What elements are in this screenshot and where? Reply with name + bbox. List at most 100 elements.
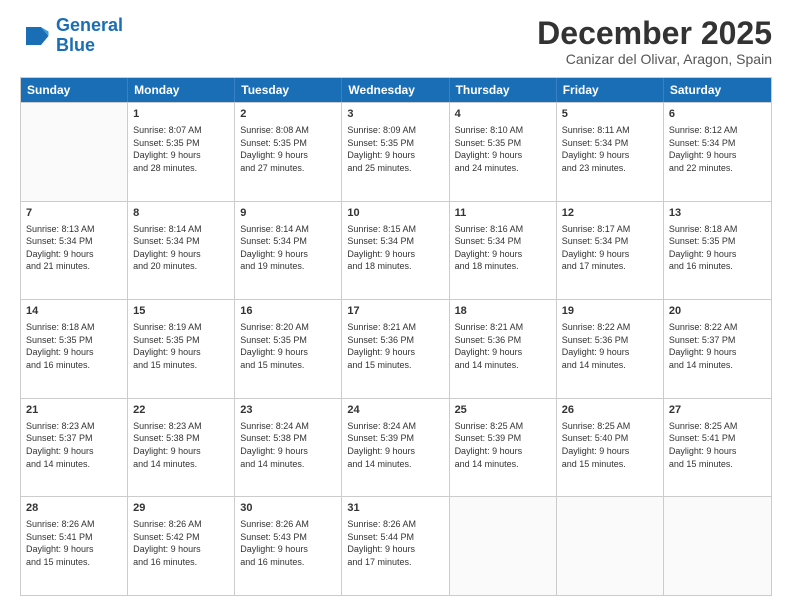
day-number: 30 [240,501,336,516]
day-info: Sunrise: 8:16 AM Sunset: 5:34 PM Dayligh… [455,223,551,273]
cal-cell: 24 Sunrise: 8:24 AM Sunset: 5:39 PM Dayli… [342,399,449,497]
cal-cell [664,497,771,595]
day-number: 9 [240,206,336,221]
day-number: 28 [26,501,122,516]
cal-cell: 3 Sunrise: 8:09 AM Sunset: 5:35 PM Daylig… [342,103,449,201]
day-number: 5 [562,107,658,122]
day-info: Sunrise: 8:22 AM Sunset: 5:36 PM Dayligh… [562,321,658,371]
cal-cell: 13Sunrise: 8:18 AM Sunset: 5:35 PM Dayli… [664,202,771,300]
cal-cell: 25 Sunrise: 8:25 AM Sunset: 5:39 PM Dayli… [450,399,557,497]
day-number: 24 [347,403,443,418]
day-info: Sunrise: 8:18 AM Sunset: 5:35 PM Dayligh… [26,321,122,371]
day-info: Sunrise: 8:25 AM Sunset: 5:39 PM Dayligh… [455,420,551,470]
cal-cell: 28 Sunrise: 8:26 AM Sunset: 5:41 PM Dayli… [21,497,128,595]
day-number: 11 [455,206,551,221]
cal-cell: 29Sunrise: 8:26 AM Sunset: 5:42 PM Dayli… [128,497,235,595]
cal-cell: 26Sunrise: 8:25 AM Sunset: 5:40 PM Dayli… [557,399,664,497]
day-number: 3 [347,107,443,122]
day-info: Sunrise: 8:13 AM Sunset: 5:34 PM Dayligh… [26,223,122,273]
cal-cell: 11 Sunrise: 8:16 AM Sunset: 5:34 PM Dayli… [450,202,557,300]
header: General Blue December 2025 Canizar del O… [20,16,772,67]
day-number: 25 [455,403,551,418]
day-info: Sunrise: 8:23 AM Sunset: 5:38 PM Dayligh… [133,420,229,470]
cal-cell: 21 Sunrise: 8:23 AM Sunset: 5:37 PM Dayli… [21,399,128,497]
day-number: 19 [562,304,658,319]
day-info: Sunrise: 8:24 AM Sunset: 5:38 PM Dayligh… [240,420,336,470]
day-info: Sunrise: 8:26 AM Sunset: 5:41 PM Dayligh… [26,518,122,568]
day-info: Sunrise: 8:26 AM Sunset: 5:44 PM Dayligh… [347,518,443,568]
day-info: Sunrise: 8:12 AM Sunset: 5:34 PM Dayligh… [669,124,766,174]
day-number: 27 [669,403,766,418]
day-number: 12 [562,206,658,221]
day-info: Sunrise: 8:21 AM Sunset: 5:36 PM Dayligh… [347,321,443,371]
cal-cell: 12 Sunrise: 8:17 AM Sunset: 5:34 PM Dayli… [557,202,664,300]
cal-cell [21,103,128,201]
day-number: 7 [26,206,122,221]
location: Canizar del Olivar, Aragon, Spain [537,51,772,67]
header-day-sunday: Sunday [21,78,128,102]
day-number: 22 [133,403,229,418]
day-number: 1 [133,107,229,122]
cal-cell: 30 Sunrise: 8:26 AM Sunset: 5:43 PM Dayli… [235,497,342,595]
cal-cell [557,497,664,595]
logo: General Blue [20,16,123,56]
cal-cell: 7 Sunrise: 8:13 AM Sunset: 5:34 PM Daylig… [21,202,128,300]
day-info: Sunrise: 8:26 AM Sunset: 5:43 PM Dayligh… [240,518,336,568]
header-day-friday: Friday [557,78,664,102]
cal-cell: 4Sunrise: 8:10 AM Sunset: 5:35 PM Daylig… [450,103,557,201]
header-day-tuesday: Tuesday [235,78,342,102]
cal-cell: 6 Sunrise: 8:12 AM Sunset: 5:34 PM Daylig… [664,103,771,201]
day-number: 14 [26,304,122,319]
day-info: Sunrise: 8:15 AM Sunset: 5:34 PM Dayligh… [347,223,443,273]
header-day-wednesday: Wednesday [342,78,449,102]
week-row-3: 14 Sunrise: 8:18 AM Sunset: 5:35 PM Dayli… [21,299,771,398]
cal-cell: 17Sunrise: 8:21 AM Sunset: 5:36 PM Dayli… [342,300,449,398]
cal-cell: 14 Sunrise: 8:18 AM Sunset: 5:35 PM Dayli… [21,300,128,398]
cal-cell: 16 Sunrise: 8:20 AM Sunset: 5:35 PM Dayli… [235,300,342,398]
header-day-thursday: Thursday [450,78,557,102]
cal-cell: 19 Sunrise: 8:22 AM Sunset: 5:36 PM Dayli… [557,300,664,398]
week-row-1: 1Sunrise: 8:07 AM Sunset: 5:35 PM Daylig… [21,102,771,201]
cal-cell: 23 Sunrise: 8:24 AM Sunset: 5:38 PM Dayli… [235,399,342,497]
day-info: Sunrise: 8:25 AM Sunset: 5:41 PM Dayligh… [669,420,766,470]
day-info: Sunrise: 8:10 AM Sunset: 5:35 PM Dayligh… [455,124,551,174]
week-row-2: 7 Sunrise: 8:13 AM Sunset: 5:34 PM Daylig… [21,201,771,300]
week-row-4: 21 Sunrise: 8:23 AM Sunset: 5:37 PM Dayli… [21,398,771,497]
day-number: 16 [240,304,336,319]
day-info: Sunrise: 8:21 AM Sunset: 5:36 PM Dayligh… [455,321,551,371]
header-day-monday: Monday [128,78,235,102]
cal-cell [450,497,557,595]
day-number: 29 [133,501,229,516]
day-info: Sunrise: 8:18 AM Sunset: 5:35 PM Dayligh… [669,223,766,273]
calendar-body: 1Sunrise: 8:07 AM Sunset: 5:35 PM Daylig… [21,102,771,595]
day-number: 15 [133,304,229,319]
day-number: 23 [240,403,336,418]
cal-cell: 1Sunrise: 8:07 AM Sunset: 5:35 PM Daylig… [128,103,235,201]
cal-cell: 18Sunrise: 8:21 AM Sunset: 5:36 PM Dayli… [450,300,557,398]
day-number: 31 [347,501,443,516]
day-number: 8 [133,206,229,221]
day-info: Sunrise: 8:17 AM Sunset: 5:34 PM Dayligh… [562,223,658,273]
cal-cell: 8 Sunrise: 8:14 AM Sunset: 5:34 PM Daylig… [128,202,235,300]
day-number: 26 [562,403,658,418]
title-block: December 2025 Canizar del Olivar, Aragon… [537,16,772,67]
month-title: December 2025 [537,16,772,51]
day-info: Sunrise: 8:22 AM Sunset: 5:37 PM Dayligh… [669,321,766,371]
header-day-saturday: Saturday [664,78,771,102]
day-number: 21 [26,403,122,418]
cal-cell: 10Sunrise: 8:15 AM Sunset: 5:34 PM Dayli… [342,202,449,300]
day-info: Sunrise: 8:14 AM Sunset: 5:34 PM Dayligh… [133,223,229,273]
calendar-header: SundayMondayTuesdayWednesdayThursdayFrid… [21,78,771,102]
day-number: 2 [240,107,336,122]
cal-cell: 22 Sunrise: 8:23 AM Sunset: 5:38 PM Dayli… [128,399,235,497]
week-row-5: 28 Sunrise: 8:26 AM Sunset: 5:41 PM Dayli… [21,496,771,595]
day-info: Sunrise: 8:24 AM Sunset: 5:39 PM Dayligh… [347,420,443,470]
day-info: Sunrise: 8:08 AM Sunset: 5:35 PM Dayligh… [240,124,336,174]
day-info: Sunrise: 8:09 AM Sunset: 5:35 PM Dayligh… [347,124,443,174]
day-info: Sunrise: 8:23 AM Sunset: 5:37 PM Dayligh… [26,420,122,470]
cal-cell: 31 Sunrise: 8:26 AM Sunset: 5:44 PM Dayli… [342,497,449,595]
day-info: Sunrise: 8:14 AM Sunset: 5:34 PM Dayligh… [240,223,336,273]
day-number: 6 [669,107,766,122]
day-info: Sunrise: 8:20 AM Sunset: 5:35 PM Dayligh… [240,321,336,371]
calendar: SundayMondayTuesdayWednesdayThursdayFrid… [20,77,772,596]
